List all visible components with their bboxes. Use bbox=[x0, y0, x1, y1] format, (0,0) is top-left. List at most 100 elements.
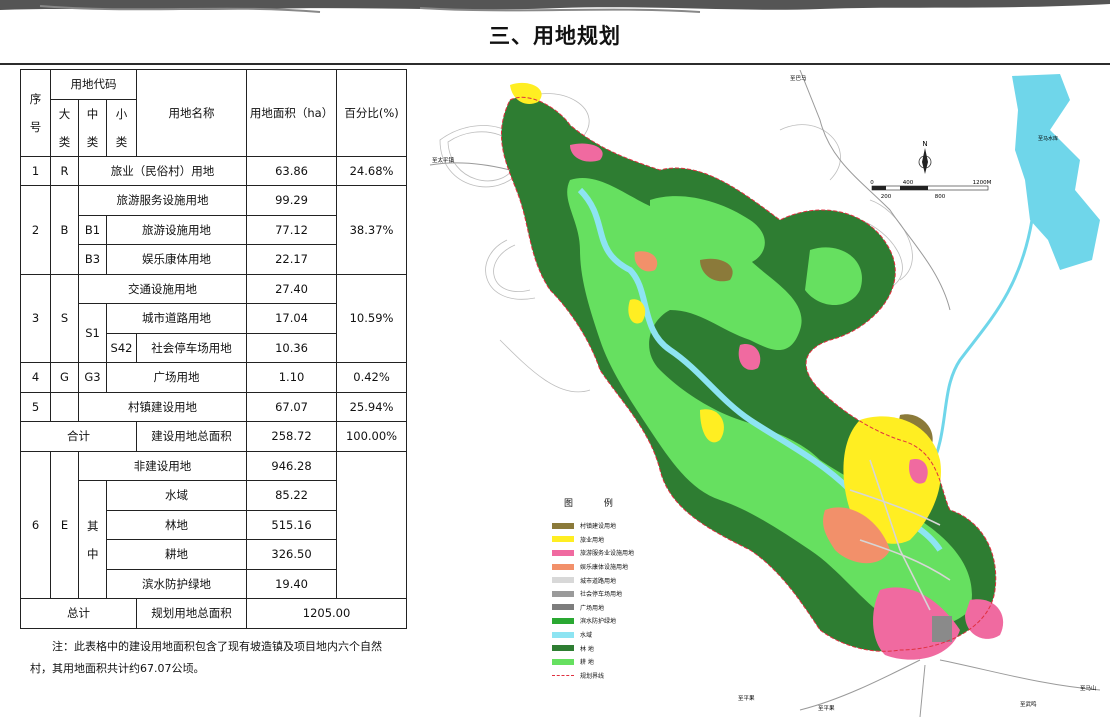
row-name: 广场用地 bbox=[105, 362, 248, 393]
row-name: 旅游设施用地 bbox=[105, 214, 248, 245]
legend-label: 村镇建设用地 bbox=[580, 523, 617, 531]
header-land-name: 用地名称 bbox=[136, 69, 248, 157]
row-area: 77.12 bbox=[246, 214, 338, 245]
legend-swatch bbox=[552, 604, 574, 611]
legend-swatch bbox=[552, 522, 574, 529]
total-label: 总计 bbox=[19, 598, 138, 629]
total-area: 1205.00 bbox=[246, 598, 408, 629]
table-row: 2 B 旅游服务设施用地 99.29 38.37% bbox=[20, 185, 408, 275]
row-area: 17.04 bbox=[246, 303, 338, 334]
header-minor-class: 小类 bbox=[105, 98, 138, 157]
total-name: 规划用地总面积 bbox=[136, 598, 248, 629]
scale-bar bbox=[871, 185, 989, 191]
row-area: 85.22 bbox=[246, 480, 338, 511]
legend-item: 社会停车场用地 bbox=[552, 587, 672, 601]
map-drawing: N 0 200 400 800 1200M 至巴马 至太平镇 至平果 至平果 至… bbox=[429, 70, 1101, 717]
legend-swatch bbox=[552, 674, 574, 676]
row-seq: 5 bbox=[20, 391, 51, 422]
place-label: 至马水库 bbox=[1038, 135, 1058, 142]
row-area: 19.40 bbox=[246, 568, 338, 599]
subtotal-percent: 100.00% bbox=[336, 421, 408, 452]
row-percent: 38.37% bbox=[336, 185, 408, 275]
row-middle-of-which: 其中 bbox=[78, 480, 107, 599]
legend-label: 林 地 bbox=[580, 645, 594, 653]
table-row: 1 R 旅业（民俗村）用地 63.86 24.68% bbox=[20, 155, 408, 186]
row-area: 326.50 bbox=[246, 539, 338, 570]
subtotal-name: 建设用地总面积 bbox=[136, 421, 248, 452]
legend-swatch bbox=[552, 577, 574, 584]
row-seq: 1 bbox=[20, 155, 51, 186]
legend-label: 广场用地 bbox=[580, 604, 605, 612]
legend-swatch bbox=[552, 631, 574, 638]
legend-swatch bbox=[552, 590, 574, 597]
row-major: B bbox=[50, 185, 79, 275]
legend-label: 耕 地 bbox=[580, 659, 594, 667]
table-row: 6 E 非建设用地 946.28 bbox=[20, 450, 408, 599]
table-row-total: 总计 规划用地总面积 1205.00 bbox=[19, 598, 408, 629]
row-percent: 25.94% bbox=[336, 391, 408, 422]
row-area: 22.17 bbox=[246, 244, 338, 275]
row-area: 10.36 bbox=[246, 332, 338, 363]
row-middle: G3 bbox=[78, 362, 107, 393]
land-use-map: N 0 200 400 800 1200M 至巴马 至太平镇 至平果 至平果 至… bbox=[420, 70, 1110, 717]
row-name: 滨水防护绿地 bbox=[105, 568, 248, 599]
header-ink-decoration bbox=[0, 0, 1110, 13]
row-area: 515.16 bbox=[246, 509, 338, 540]
row-minor: S42 bbox=[105, 332, 138, 363]
row-area: 1.10 bbox=[246, 362, 338, 393]
place-label: 至马山 bbox=[1080, 684, 1097, 692]
legend-items: 村镇建设用地 旅业用地 旅游服务业设施用地 娱乐康体设施用地 城市道路用地 社会停车场用地… bbox=[552, 519, 672, 682]
legend-item: 旅游服务业设施用地 bbox=[552, 546, 672, 560]
legend-swatch bbox=[552, 645, 574, 652]
legend-label: 城市道路用地 bbox=[580, 577, 617, 585]
row-area: 63.86 bbox=[246, 155, 338, 186]
legend-label: 规划界线 bbox=[580, 672, 605, 680]
subtotal-label: 合计 bbox=[19, 421, 138, 452]
legend-item: 林 地 bbox=[552, 641, 672, 655]
row-name: 耕地 bbox=[105, 539, 248, 570]
row-major: E bbox=[50, 450, 79, 599]
map-legend: 图 例 村镇建设用地 旅业用地 旅游服务业设施用地 娱乐康体设施用地 城市道路用地 社会停… bbox=[552, 496, 672, 682]
row-seq: 3 bbox=[20, 273, 51, 363]
row-percent bbox=[336, 450, 408, 599]
row-name: 城市道路用地 bbox=[105, 303, 248, 334]
row-name: 旅业（民俗村）用地 bbox=[77, 155, 248, 186]
legend-item: 娱乐康体设施用地 bbox=[552, 560, 672, 574]
row-percent: 24.68% bbox=[336, 155, 408, 186]
legend-item: 规划界线 bbox=[552, 669, 672, 683]
place-label: 至太平镇 bbox=[432, 156, 455, 164]
scale-tick-label: 800 bbox=[935, 194, 946, 200]
river-line bbox=[928, 219, 1034, 471]
subtotal-area: 258.72 bbox=[246, 421, 338, 452]
row-major: R bbox=[50, 155, 79, 186]
place-label: 至巴马 bbox=[790, 74, 807, 82]
row-area: 99.29 bbox=[246, 185, 338, 216]
legend-label: 社会停车场用地 bbox=[580, 591, 623, 599]
north-label: N bbox=[922, 140, 927, 148]
legend-label: 滨水防护绿地 bbox=[580, 618, 617, 626]
header-area: 用地面积（ha） bbox=[246, 69, 338, 157]
row-middle: B1 bbox=[78, 214, 107, 245]
land-use-table: 序号 用地代码 用地名称 用地面积（ha） 百分比(%) 大类 中类 小类 1 … bbox=[19, 69, 408, 629]
row-name: 旅游服务设施用地 bbox=[77, 185, 248, 216]
row-area: 67.07 bbox=[246, 391, 338, 422]
scale-tick-label: 1200M bbox=[973, 180, 992, 186]
reservoir-water bbox=[1012, 74, 1100, 270]
parking-lot bbox=[932, 616, 952, 642]
row-name: 非建设用地 bbox=[77, 450, 248, 481]
table-row: 4 G G3 广场用地 1.10 0.42% bbox=[20, 362, 408, 393]
title-divider bbox=[0, 63, 1110, 65]
table-row: 3 S 交通设施用地 27.40 10.59% bbox=[20, 273, 408, 363]
place-label: 至平果 bbox=[818, 705, 835, 712]
row-middle: B3 bbox=[78, 244, 107, 275]
legend-item: 水域 bbox=[552, 628, 672, 642]
place-label: 至武鸣 bbox=[1020, 700, 1037, 708]
legend-title: 图 例 bbox=[564, 499, 627, 509]
header-major-class: 大类 bbox=[50, 98, 79, 157]
header-land-code: 用地代码 bbox=[49, 69, 138, 100]
table-row-subtotal: 合计 建设用地总面积 258.72 100.00% bbox=[19, 421, 408, 452]
legend-swatch bbox=[552, 563, 574, 570]
row-percent: 10.59% bbox=[336, 273, 408, 363]
row-major: G bbox=[50, 362, 79, 393]
page-title: 三、用地规划 bbox=[489, 24, 621, 48]
